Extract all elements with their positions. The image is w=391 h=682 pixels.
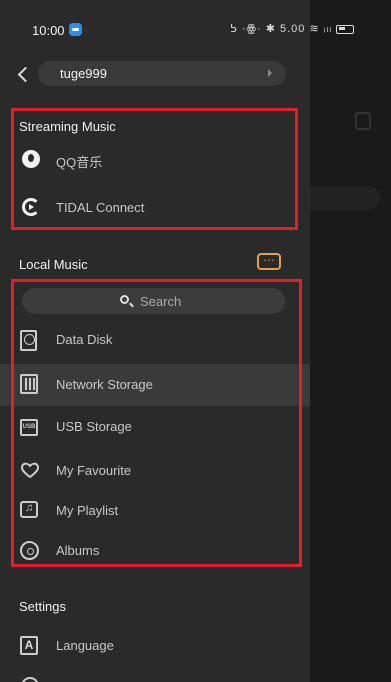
settings-item-label: Language: [56, 638, 114, 653]
settings-title: Settings: [19, 599, 66, 614]
back-arrow-icon[interactable]: [16, 64, 28, 84]
background-scrim[interactable]: [310, 0, 391, 682]
account-row: tuge999: [14, 60, 286, 88]
settings-next-icon: [21, 677, 39, 682]
chevron-right-icon: [268, 69, 272, 77]
status-icons: ᕊ ·ꙮ· ✱ 5.00 ≋ ᵢₗₗ: [230, 22, 355, 35]
status-icons-text: ᕊ ·ꙮ· ✱ 5.00 ≋ ᵢₗₗ: [230, 23, 333, 35]
local-music-title: Local Music: [19, 257, 88, 272]
battery-icon: [336, 24, 355, 34]
status-bar: 10:00 ᕊ ·ꙮ· ✱ 5.00 ≋ ᵢₗₗ: [0, 0, 391, 56]
dimmed-search-bar: [310, 186, 380, 210]
language-icon: A: [20, 636, 38, 655]
dimmed-edit-icon: [355, 112, 371, 130]
message-icon[interactable]: [257, 250, 281, 270]
app-notification-icon: [69, 23, 82, 36]
account-selector[interactable]: tuge999: [38, 61, 286, 86]
account-name: tuge999: [60, 66, 107, 81]
status-time: 10:00: [32, 23, 65, 38]
highlight-streaming-box: [11, 108, 298, 230]
settings-item-language[interactable]: A Language: [0, 627, 310, 665]
highlight-local-box: [11, 279, 302, 567]
settings-item-partial[interactable]: [0, 668, 310, 682]
